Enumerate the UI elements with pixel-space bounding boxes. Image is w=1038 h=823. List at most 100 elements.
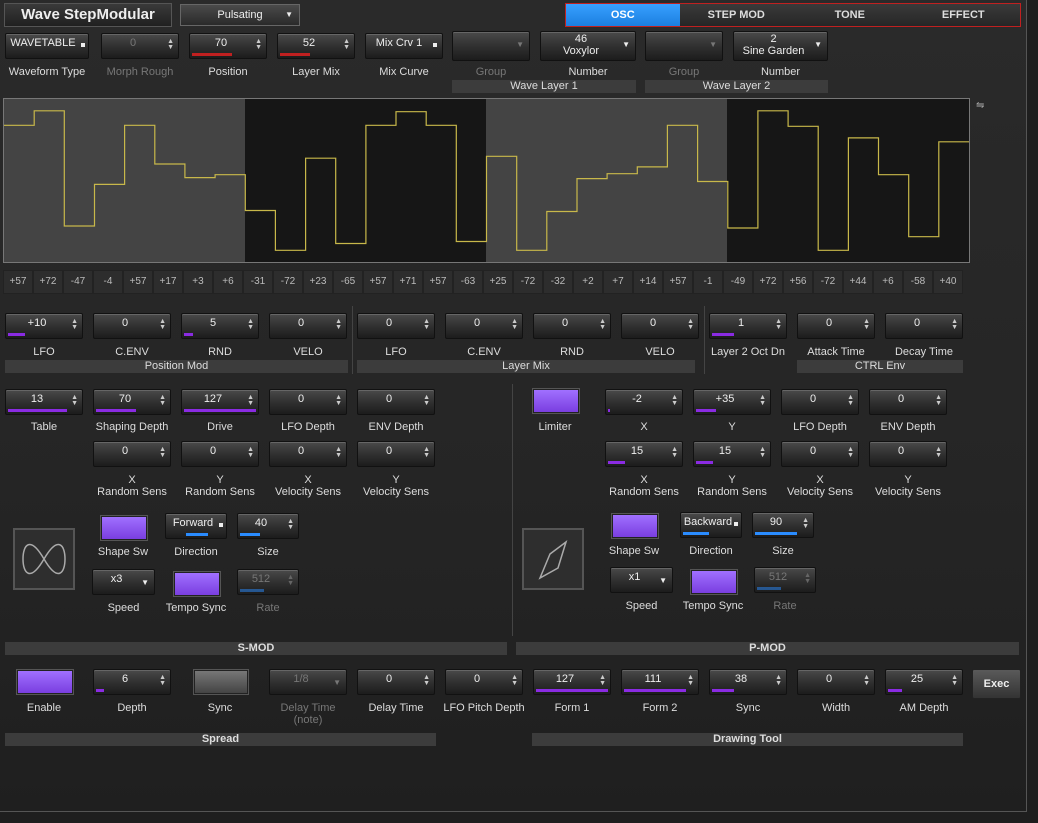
step-value[interactable]: +7: [603, 270, 633, 294]
s-mod-row1-3-knob[interactable]: 0 ▲ ▼: [269, 389, 347, 415]
p-mod-limiter-switch[interactable]: [533, 389, 579, 413]
tab-effect[interactable]: EFFECT: [906, 4, 1020, 26]
s-mod-row2-3-knob[interactable]: 0 ▲ ▼: [357, 441, 435, 467]
p-mod-size-knob[interactable]: 90 ▲ ▼: [752, 512, 814, 538]
step-value[interactable]: -1: [693, 270, 723, 294]
mix-mod-1-knob[interactable]: 0 ▲ ▼: [445, 313, 523, 339]
p-mod-row2-0-knob[interactable]: 15 ▲ ▼: [605, 441, 683, 467]
step-value[interactable]: +3: [183, 270, 213, 294]
step-value[interactable]: +71: [393, 270, 423, 294]
step-value[interactable]: -31: [243, 270, 273, 294]
p-mod-row1-3-knob[interactable]: 0 ▲ ▼: [869, 389, 947, 415]
step-value[interactable]: +57: [3, 270, 33, 294]
ctrl-env-2-knob[interactable]: 0 ▲ ▼: [885, 313, 963, 339]
tab-tone[interactable]: TONE: [793, 4, 907, 26]
step-value[interactable]: +14: [633, 270, 663, 294]
p-mod-rate-knob[interactable]: 512 ▲ ▼: [754, 567, 816, 593]
step-value[interactable]: +2: [573, 270, 603, 294]
step-value[interactable]: +57: [123, 270, 153, 294]
step-value[interactable]: +57: [663, 270, 693, 294]
pos-mod-1-knob[interactable]: 0 ▲ ▼: [93, 313, 171, 339]
spread-enable-switch[interactable]: [17, 670, 73, 694]
waveform-display[interactable]: [3, 98, 970, 263]
s-mod-direction-select[interactable]: Forward: [165, 513, 227, 539]
layer-mix-knob[interactable]: 52 ▲ ▼: [277, 33, 355, 59]
mix-curve-select[interactable]: Mix Crv 1: [365, 33, 443, 59]
waveform-type-select[interactable]: WAVETABLE: [5, 33, 89, 59]
p-mod-row1-1-knob[interactable]: +35 ▲ ▼: [693, 389, 771, 415]
s-mod-tempo-sync-switch[interactable]: [174, 572, 220, 596]
s-mod-rate-knob[interactable]: 512 ▲ ▼: [237, 569, 299, 595]
exec-button[interactable]: Exec: [972, 669, 1021, 699]
s-mod-shape-switch[interactable]: [101, 516, 147, 540]
s-mod-row2-2-knob[interactable]: 0 ▲ ▼: [269, 441, 347, 467]
position-knob[interactable]: 70 ▲ ▼: [189, 33, 267, 59]
p-mod-row1-2-knob[interactable]: 0 ▲ ▼: [781, 389, 859, 415]
p-mod-tempo-sync-switch[interactable]: [691, 570, 737, 594]
step-value[interactable]: -72: [273, 270, 303, 294]
mix-mod-0-knob[interactable]: 0 ▲ ▼: [357, 313, 435, 339]
mix-mod-3-knob[interactable]: 0 ▲ ▼: [621, 313, 699, 339]
p-mod-speed-select[interactable]: x1 ▼: [610, 567, 673, 593]
step-value[interactable]: -65: [333, 270, 363, 294]
p-mod-shape-switch[interactable]: [612, 514, 658, 538]
wl2-group-select[interactable]: ▼: [645, 31, 723, 61]
pos-mod-2-knob[interactable]: 5 ▲ ▼: [181, 313, 259, 339]
step-value[interactable]: +57: [423, 270, 453, 294]
s-mod-speed-select[interactable]: x3 ▼: [92, 569, 155, 595]
step-value[interactable]: -63: [453, 270, 483, 294]
preset-select[interactable]: Pulsating ▼: [180, 4, 300, 26]
step-value[interactable]: +25: [483, 270, 513, 294]
step-value[interactable]: +44: [843, 270, 873, 294]
step-value[interactable]: +6: [213, 270, 243, 294]
ctrl-env-1-knob[interactable]: 0 ▲ ▼: [797, 313, 875, 339]
p-mod-row2-2-knob[interactable]: 0 ▲ ▼: [781, 441, 859, 467]
s-mod-row1-2-knob[interactable]: 127 ▲ ▼: [181, 389, 259, 415]
step-value[interactable]: +72: [33, 270, 63, 294]
s-mod-row2-0-knob[interactable]: 0 ▲ ▼: [93, 441, 171, 467]
step-value[interactable]: -47: [63, 270, 93, 294]
step-value[interactable]: +23: [303, 270, 333, 294]
am-depth-knob[interactable]: 25 ▲ ▼: [885, 669, 963, 695]
step-value[interactable]: +17: [153, 270, 183, 294]
p-mod-direction-select[interactable]: Backward: [680, 512, 742, 538]
step-value[interactable]: -58: [903, 270, 933, 294]
delay-time-knob[interactable]: 0 ▲ ▼: [357, 669, 435, 695]
s-mod-row1-4-knob[interactable]: 0 ▲ ▼: [357, 389, 435, 415]
wl2-number-select[interactable]: 2 Sine Garden ▼: [733, 31, 828, 61]
wl1-number-select[interactable]: 46 Voxylor ▼: [540, 31, 636, 61]
pos-mod-0-knob[interactable]: +10 ▲ ▼: [5, 313, 83, 339]
step-value[interactable]: -72: [513, 270, 543, 294]
lfo-pitch-depth-knob[interactable]: 0 ▲ ▼: [445, 669, 523, 695]
spread-depth-knob[interactable]: 6 ▲ ▼: [93, 669, 171, 695]
step-value[interactable]: -4: [93, 270, 123, 294]
mix-mod-2-knob[interactable]: 0 ▲ ▼: [533, 313, 611, 339]
width-knob[interactable]: 0 ▲ ▼: [797, 669, 875, 695]
form2-knob[interactable]: 111 ▲ ▼: [621, 669, 699, 695]
s-mod-row2-1-knob[interactable]: 0 ▲ ▼: [181, 441, 259, 467]
tab-step-mod[interactable]: STEP MOD: [679, 4, 793, 26]
form1-knob[interactable]: 127 ▲ ▼: [533, 669, 611, 695]
step-value[interactable]: +40: [933, 270, 963, 294]
step-value[interactable]: +6: [873, 270, 903, 294]
step-value[interactable]: -72: [813, 270, 843, 294]
p-mod-row2-3-knob[interactable]: 0 ▲ ▼: [869, 441, 947, 467]
ctrl-env-0-knob[interactable]: 1 ▲ ▼: [709, 313, 787, 339]
step-value[interactable]: -32: [543, 270, 573, 294]
step-value[interactable]: +57: [363, 270, 393, 294]
spread-sync-switch[interactable]: [194, 670, 248, 694]
tab-osc[interactable]: OSC: [566, 4, 680, 26]
step-value[interactable]: -49: [723, 270, 753, 294]
p-mod-row1-0-knob[interactable]: -2 ▲ ▼: [605, 389, 683, 415]
s-mod-row1-0-knob[interactable]: 13 ▲ ▼: [5, 389, 83, 415]
pos-mod-3-knob[interactable]: 0 ▲ ▼: [269, 313, 347, 339]
wl1-group-select[interactable]: ▼: [452, 31, 530, 61]
morph-rough-knob[interactable]: 0 ▲ ▼: [101, 33, 179, 59]
s-mod-row1-1-knob[interactable]: 70 ▲ ▼: [93, 389, 171, 415]
s-mod-size-knob[interactable]: 40 ▲ ▼: [237, 513, 299, 539]
expand-icon[interactable]: ⇋: [976, 100, 984, 111]
delay-time-note-select[interactable]: 1/8 ▼: [269, 669, 347, 695]
step-value[interactable]: +56: [783, 270, 813, 294]
drawing-sync-knob[interactable]: 38 ▲ ▼: [709, 669, 787, 695]
step-value[interactable]: +72: [753, 270, 783, 294]
